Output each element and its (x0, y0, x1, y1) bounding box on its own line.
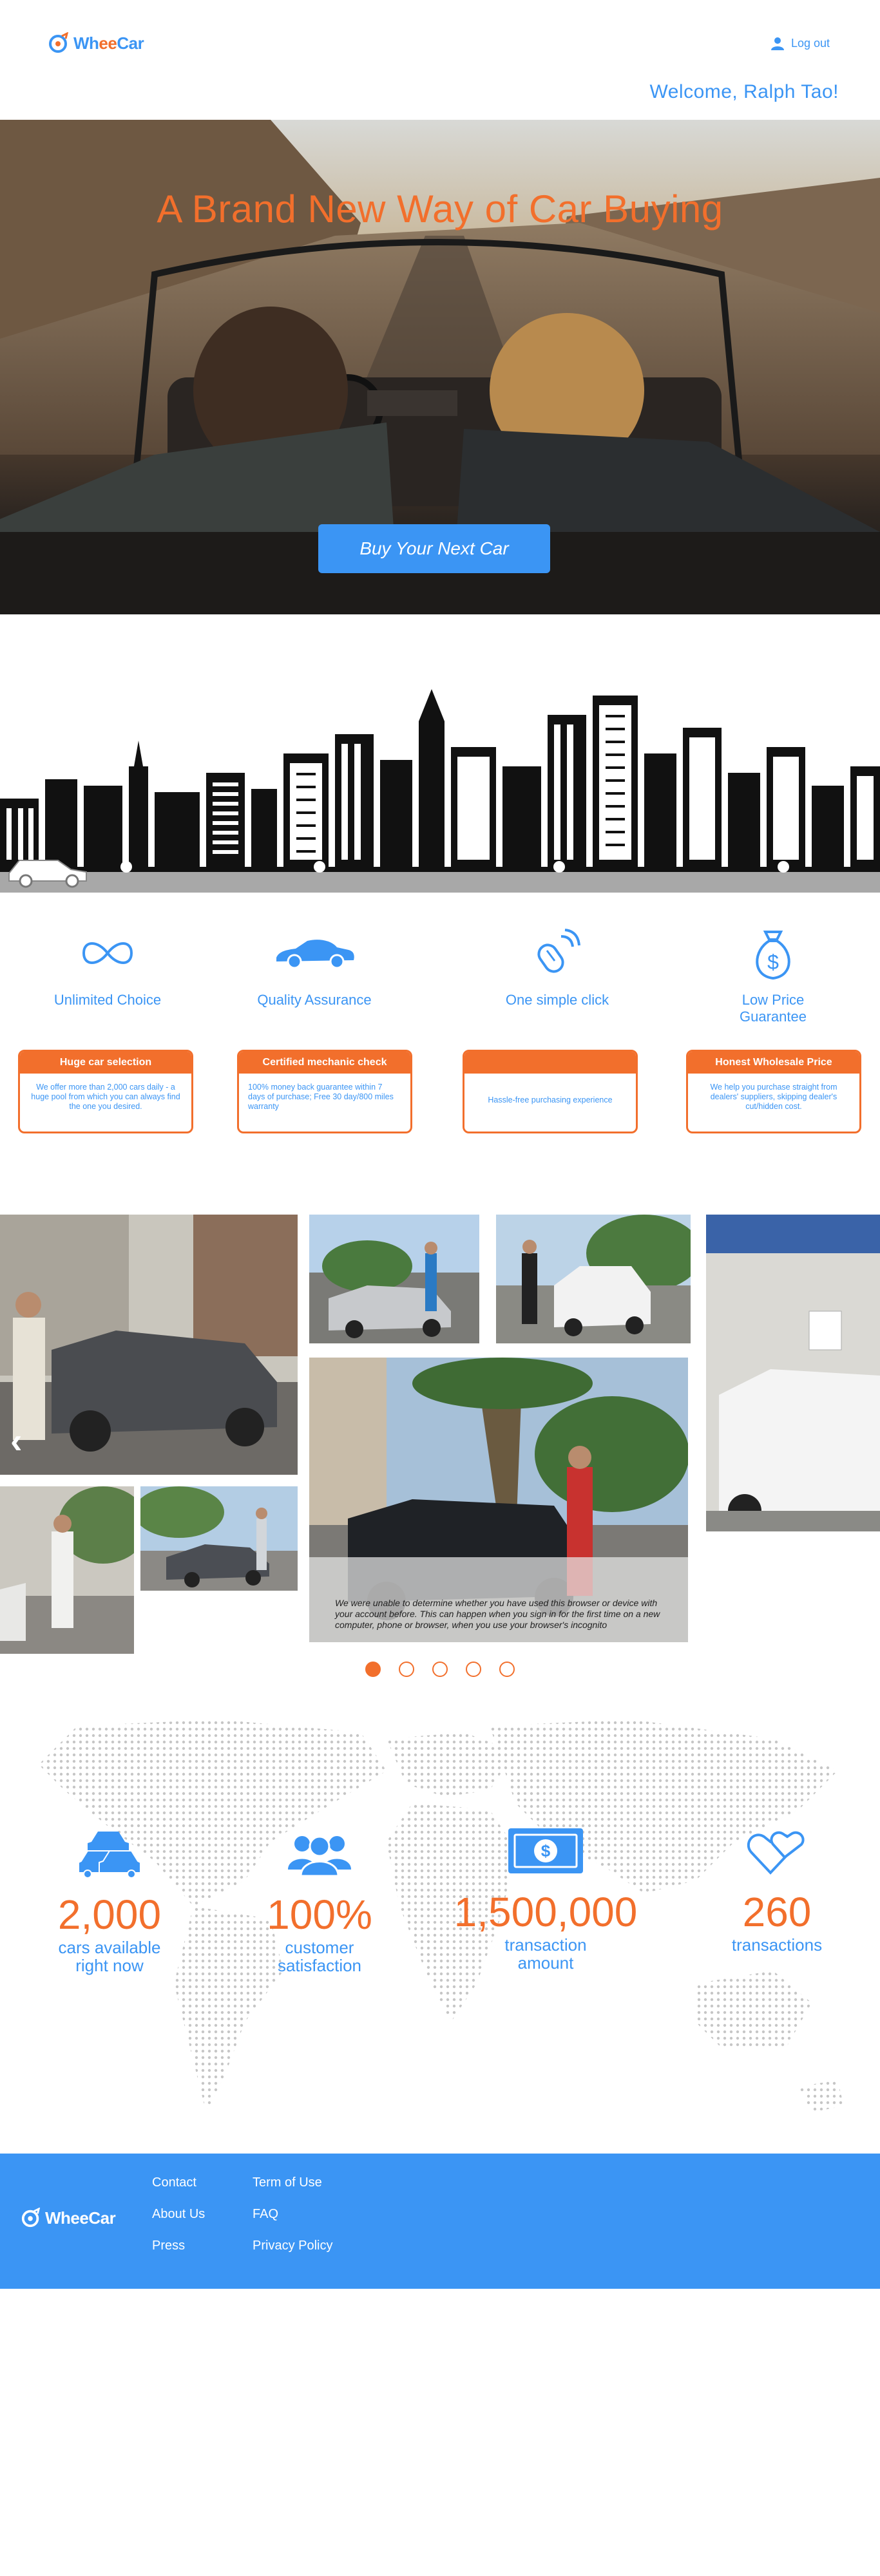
dollar-bill-icon: $ (508, 1828, 583, 1873)
gallery-dot-4[interactable] (466, 1662, 481, 1677)
mouse-click-icon (537, 929, 580, 973)
stat-label: transaction amount (504, 1935, 587, 1973)
gallery-dot-5[interactable] (499, 1662, 515, 1677)
footer-link-term-of-use[interactable]: Term of Use (253, 2175, 332, 2190)
feature-title: One simple click (505, 992, 609, 1008)
feature-quality-assurance: Quality Assurance (211, 921, 417, 1009)
feature-title: Low Price Guarantee (740, 992, 807, 1025)
feature-one-simple-click: One simple click (454, 921, 660, 1009)
footer-link-contact[interactable]: Contact (152, 2175, 205, 2190)
cars-icon (78, 1832, 141, 1879)
feature-card-wholesale-price: Honest Wholesale Price We help you purch… (686, 1050, 861, 1133)
stat-cars-available: 2,000 cars available right now (13, 1823, 206, 1975)
gallery-photo[interactable]: ‹ (0, 1215, 298, 1475)
svg-text:$: $ (541, 1841, 551, 1861)
feature-card-simple-click: Hassle-free purchasing experience (463, 1050, 638, 1133)
logout-link[interactable]: Log out (770, 36, 830, 50)
stat-transaction-amount: $ 1,500,000 transaction amount (449, 1820, 642, 1972)
footer-logo[interactable]: WheeCar (21, 2208, 116, 2228)
feature-card-mechanic-check: Certified mechanic check 100% money back… (237, 1050, 412, 1133)
city-skyline-illustration (0, 689, 880, 893)
stat-label: transactions (731, 1935, 823, 1955)
feature-title: Quality Assurance (257, 992, 372, 1008)
card-title: Huge car selection (20, 1052, 191, 1074)
header: WheeCar Log out Welcome, Ralph Tao! (0, 0, 880, 119)
infinity-icon (82, 942, 133, 964)
logo-text: WheeCar (73, 33, 144, 53)
footer-links-col-1: Contact About Us Press (152, 2175, 205, 2253)
gallery-dot-1[interactable] (365, 1662, 381, 1677)
gallery-dot-2[interactable] (399, 1662, 414, 1677)
logout-label: Log out (790, 36, 830, 50)
footer: WheeCar Contact About Us Press Term of U… (0, 2154, 880, 2289)
footer-link-privacy-policy[interactable]: Privacy Policy (253, 2239, 332, 2253)
footer-links-col-2: Term of Use FAQ Privacy Policy (253, 2175, 332, 2253)
gallery-caption: We were unable to determine whether you … (335, 1598, 660, 1630)
gallery-featured-photo[interactable]: We were unable to determine whether you … (309, 1358, 688, 1642)
stat-value: 100% (267, 1891, 372, 1938)
gallery-photo[interactable] (706, 1215, 880, 1531)
stat-value: 260 (742, 1889, 812, 1935)
card-body: We offer more than 2,000 cars daily - a … (31, 1083, 180, 1111)
card-title: Honest Wholesale Price (688, 1052, 859, 1074)
logo[interactable]: WheeCar (48, 32, 144, 54)
gallery-prev-arrow[interactable]: ‹ (10, 1419, 23, 1461)
user-icon (770, 37, 784, 50)
stat-transactions: 260 transactions (680, 1820, 874, 1954)
card-title (464, 1052, 636, 1074)
feature-title: Unlimited Choice (53, 992, 162, 1008)
stat-label: cars available right now (58, 1938, 161, 1975)
customer-photo-gallery: ‹ We were unable to determine whether yo… (0, 1215, 880, 1665)
footer-link-press[interactable]: Press (152, 2239, 205, 2253)
logo-icon (49, 32, 69, 53)
stat-label: customer satisfaction (277, 1938, 362, 1975)
feature-unlimited-choice: Unlimited Choice (5, 921, 211, 1009)
feature-low-price-guarantee: $ Low Price Guarantee (670, 921, 876, 1025)
car-icon (276, 940, 354, 969)
gallery-photo[interactable] (0, 1486, 134, 1654)
footer-link-faq[interactable]: FAQ (253, 2207, 332, 2222)
stat-value: 2,000 (57, 1891, 162, 1938)
card-title: Certified mechanic check (239, 1052, 410, 1074)
card-body: We help you purchase straight from deale… (710, 1083, 837, 1111)
hero-banner: A Brand New Way of Car Buying Buy Your N… (0, 120, 880, 614)
people-icon (288, 1835, 351, 1876)
gallery-dot-3[interactable] (432, 1662, 448, 1677)
welcome-message: Welcome, Ralph Tao! (649, 81, 839, 102)
gallery-photo[interactable] (496, 1215, 691, 1343)
stat-value: 1,500,000 (454, 1889, 638, 1935)
gallery-photo[interactable] (309, 1215, 479, 1343)
money-bag-icon: $ (756, 931, 790, 980)
card-body: Hassle-free purchasing experience (488, 1095, 613, 1104)
svg-text:$: $ (767, 951, 779, 974)
stats-section: 2,000 cars available right now 100% cust… (0, 1713, 880, 2138)
footer-link-about-us[interactable]: About Us (152, 2207, 205, 2222)
stat-customer-satisfaction: 100% customer satisfaction (223, 1823, 416, 1975)
gallery-pagination (0, 1662, 880, 1677)
buy-next-car-button[interactable]: Buy Your Next Car (318, 524, 550, 573)
footer-logo-text: WheeCar (45, 2208, 116, 2228)
features-section: Unlimited Choice Quality Assurance One s… (0, 921, 880, 1153)
logo-icon (21, 2208, 41, 2228)
hearts-icon (747, 1831, 805, 1875)
hero-title: A Brand New Way of Car Buying (157, 187, 723, 231)
gallery-photo[interactable] (140, 1486, 298, 1591)
card-body: 100% money back guarantee within 7 days … (248, 1083, 394, 1111)
feature-card-huge-selection: Huge car selection We offer more than 2,… (18, 1050, 193, 1133)
